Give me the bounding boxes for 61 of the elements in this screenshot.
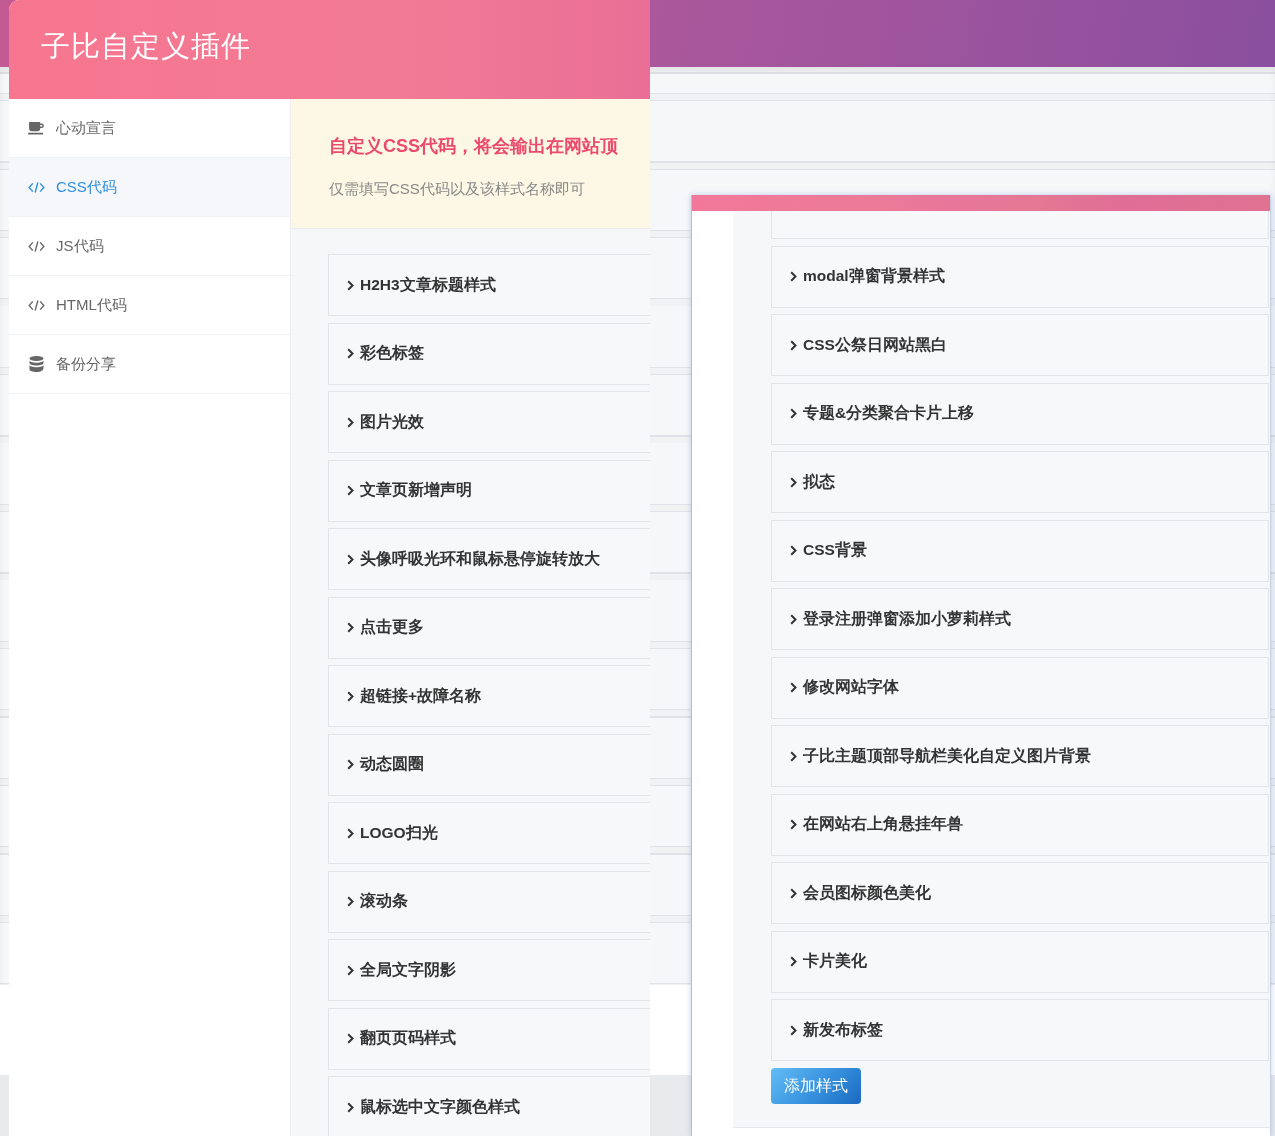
style-item[interactable]: 滚动条 — [328, 870, 650, 933]
style-name: 鼠标选中文字颜色样式 — [360, 1096, 520, 1117]
code-icon — [28, 240, 45, 252]
style-item[interactable]: 在网站右上角悬挂年兽 — [771, 793, 1269, 856]
style-name: 卡片美化 — [803, 951, 867, 971]
style-name: 登录注册弹窗添加小萝莉样式 — [803, 608, 1011, 629]
notice-title: 自定义CSS代码，将会输出在网站顶 — [329, 135, 618, 158]
style-name: CSS公祭日网站黑白 — [803, 334, 947, 355]
style-name: 子比主题顶部导航栏美化自定义图片背景 — [803, 745, 1091, 766]
style-name: 拟态 — [803, 471, 835, 492]
style-item[interactable]: 图片光效 — [328, 391, 650, 453]
style-item[interactable]: 彩色标签 — [328, 322, 650, 385]
style-item[interactable]: 登录注册弹窗添加小萝莉样式 — [771, 588, 1269, 650]
style-item[interactable]: 动态圆圈 — [328, 733, 650, 796]
code-icon — [28, 181, 45, 193]
style-item[interactable]: CSS背景 — [771, 519, 1269, 582]
style-name: H2H3文章标题样式 — [360, 274, 496, 295]
database-icon — [28, 356, 45, 372]
style-item[interactable]: 新发布标签 — [771, 999, 1269, 1061]
style-name: 新发布标签 — [803, 1019, 883, 1040]
sidebar-item[interactable]: JS代码 — [9, 217, 290, 276]
notice-text: 仅需填写CSS代码以及该样式名称即可 — [329, 180, 585, 199]
style-name: 头像呼吸光环和鼠标悬停旋转放大 — [360, 548, 600, 569]
style-item[interactable]: 文章页新增声明 — [328, 459, 650, 522]
style-item[interactable]: LOGO扫光 — [328, 802, 650, 864]
style-item[interactable]: 拟态 — [771, 451, 1269, 513]
style-item[interactable]: 修改网站字体 — [771, 656, 1269, 719]
style-name: CSS背景 — [803, 540, 867, 560]
style-item[interactable]: CSS公祭日网站黑白 — [771, 314, 1269, 376]
style-item[interactable]: 头像呼吸光环和鼠标悬停旋转放大 — [328, 528, 650, 590]
style-name: 文章页新增声明 — [360, 480, 472, 500]
style-name: 会员图标颜色美化 — [803, 882, 931, 903]
style-item[interactable]: 卡片美化 — [771, 930, 1269, 993]
style-name: 全局文字阴影 — [360, 959, 456, 980]
style-name: 图片光效 — [360, 411, 424, 432]
style-item[interactable]: 专题&分类聚合卡片上移 — [771, 382, 1269, 445]
style-item[interactable]: 子比主题顶部导航栏美化自定义图片背景 — [771, 725, 1269, 787]
style-item[interactable]: 点击更多 — [328, 596, 650, 659]
cup-icon — [28, 121, 45, 135]
style-item[interactable]: 全局文字阴影 — [328, 939, 650, 1001]
style-name: 滚动条 — [360, 891, 408, 911]
style-name: 修改网站字体 — [803, 677, 899, 697]
style-name: 点击更多 — [360, 617, 424, 637]
style-item[interactable]: 鼠标选中文字颜色样式 — [328, 1076, 650, 1136]
style-name: 翻页页码样式 — [360, 1028, 456, 1048]
style-name: LOGO扫光 — [360, 822, 438, 843]
panel-title: 子比自定义插件 — [41, 28, 251, 64]
style-item[interactable]: modal弹窗背景样式 — [771, 245, 1269, 308]
style-name: modal弹窗背景样式 — [803, 266, 945, 286]
style-item[interactable]: 翻页页码样式 — [328, 1007, 650, 1070]
style-item[interactable]: 超链接+故障名称 — [328, 665, 650, 727]
style-name: 彩色标签 — [360, 343, 424, 363]
style-name: 专题&分类聚合卡片上移 — [803, 403, 975, 423]
style-name: 动态圆圈 — [360, 754, 424, 774]
style-name: 超链接+故障名称 — [360, 685, 482, 706]
sidebar-item[interactable]: 备份分享 — [9, 335, 290, 394]
style-item[interactable]: H2H3文章标题样式 — [328, 254, 650, 316]
code-icon — [28, 299, 45, 311]
sidebar-item[interactable]: HTML代码 — [9, 276, 290, 335]
style-item[interactable]: 会员图标颜色美化 — [771, 862, 1269, 924]
style-name: 在网站右上角悬挂年兽 — [803, 814, 963, 834]
